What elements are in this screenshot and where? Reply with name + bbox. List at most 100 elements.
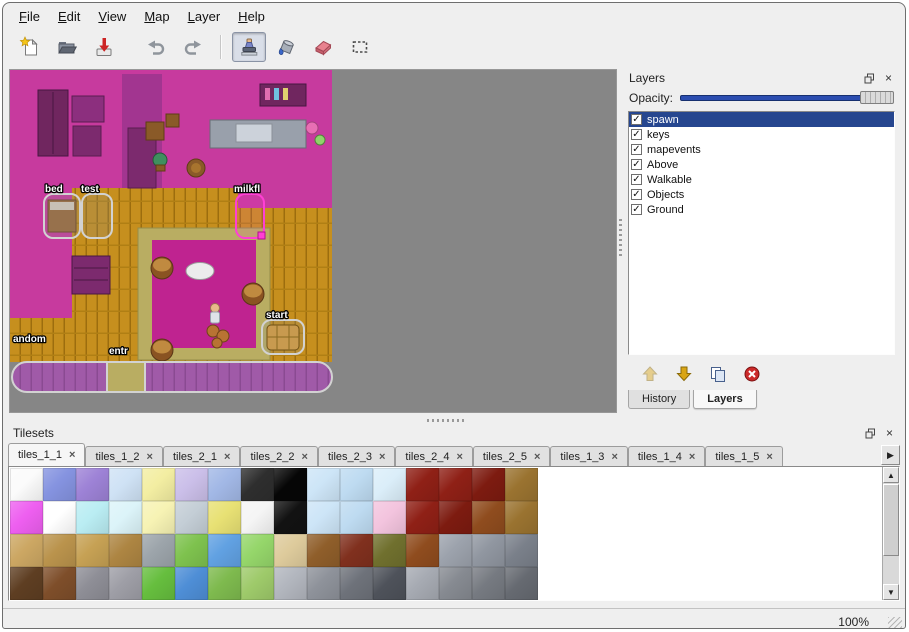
stamp-brush-button[interactable] (232, 32, 266, 62)
tileset-tab[interactable]: tiles_2_1× (163, 446, 240, 466)
layer-row-above[interactable]: ✓ Above (629, 157, 894, 172)
tile[interactable] (76, 534, 109, 567)
tile[interactable] (472, 468, 505, 501)
tile[interactable] (241, 468, 274, 501)
tile[interactable] (142, 501, 175, 534)
tile[interactable] (373, 567, 406, 600)
layer-visibility-checkbox[interactable]: ✓ (631, 204, 642, 215)
new-map-button[interactable] (13, 32, 47, 62)
layer-visibility-checkbox[interactable]: ✓ (631, 174, 642, 185)
tile[interactable] (406, 501, 439, 534)
tile[interactable] (175, 501, 208, 534)
resize-grip[interactable] (888, 617, 902, 629)
eraser-button[interactable] (306, 32, 340, 62)
tile[interactable] (43, 534, 76, 567)
tile[interactable] (241, 501, 274, 534)
tile[interactable] (307, 567, 340, 600)
tile[interactable] (208, 567, 241, 600)
tile[interactable] (274, 468, 307, 501)
map-view[interactable]: bed test milkfl start andom entr (9, 69, 617, 413)
tileset-tab[interactable]: tiles_2_4× (395, 446, 472, 466)
layer-visibility-checkbox[interactable]: ✓ (631, 159, 642, 170)
tile[interactable] (142, 468, 175, 501)
layer-row-mapevents[interactable]: ✓ mapevents (629, 142, 894, 157)
layer-row-spawn[interactable]: ✓ spawn (629, 112, 894, 127)
lower-layer-button[interactable] (672, 363, 696, 385)
tile[interactable] (439, 468, 472, 501)
tile[interactable] (175, 567, 208, 600)
tile[interactable] (175, 468, 208, 501)
tile[interactable] (505, 468, 538, 501)
tile[interactable] (307, 534, 340, 567)
layer-row-objects[interactable]: ✓ Objects (629, 187, 894, 202)
tile[interactable] (340, 501, 373, 534)
tileset-tab[interactable]: tiles_2_5× (473, 446, 550, 466)
scroll-tabs-right-button[interactable]: ▶ (881, 445, 900, 465)
float-dock-button[interactable] (863, 426, 878, 440)
tile[interactable] (43, 501, 76, 534)
tile[interactable] (274, 501, 307, 534)
tile[interactable] (109, 501, 142, 534)
tile[interactable] (109, 567, 142, 600)
tileset-tab[interactable]: tiles_1_5× (705, 446, 782, 466)
horizontal-splitter[interactable] (3, 417, 905, 424)
tileset-tab[interactable]: tiles_1_3× (550, 446, 627, 466)
layer-visibility-checkbox[interactable]: ✓ (631, 189, 642, 200)
close-tab-icon[interactable]: × (224, 452, 230, 462)
tile[interactable] (406, 468, 439, 501)
tile[interactable] (439, 501, 472, 534)
tile[interactable] (340, 534, 373, 567)
close-tab-icon[interactable]: × (456, 452, 462, 462)
tile[interactable] (43, 567, 76, 600)
menu-file[interactable]: File (11, 6, 48, 27)
tile[interactable] (373, 534, 406, 567)
close-tab-icon[interactable]: × (302, 452, 308, 462)
menu-view[interactable]: View (90, 6, 134, 27)
layer-row-keys[interactable]: ✓ keys (629, 127, 894, 142)
tab-history[interactable]: History (628, 390, 690, 409)
tile[interactable] (76, 468, 109, 501)
menu-edit[interactable]: Edit (50, 6, 88, 27)
vertical-splitter[interactable] (617, 69, 624, 415)
selection-handle[interactable] (258, 232, 265, 239)
tile[interactable] (406, 534, 439, 567)
tile[interactable] (43, 468, 76, 501)
undo-button[interactable] (139, 32, 173, 62)
layer-visibility-checkbox[interactable]: ✓ (631, 114, 642, 125)
close-tab-icon[interactable]: × (69, 450, 75, 460)
close-dock-button[interactable]: × (881, 71, 896, 85)
tile[interactable] (340, 567, 373, 600)
tile[interactable] (505, 501, 538, 534)
tile[interactable] (274, 567, 307, 600)
close-tab-icon[interactable]: × (534, 452, 540, 462)
tile[interactable] (472, 534, 505, 567)
map-object-entr-tile[interactable] (107, 362, 145, 392)
map-canvas[interactable]: bed test milkfl start andom entr (10, 70, 616, 412)
tile[interactable] (10, 501, 43, 534)
tile[interactable] (109, 468, 142, 501)
save-map-button[interactable] (87, 32, 121, 62)
tileset-tab[interactable]: tiles_1_2× (85, 446, 162, 466)
tile[interactable] (505, 534, 538, 567)
close-tab-icon[interactable]: × (379, 452, 385, 462)
scroll-up-button[interactable]: ▲ (883, 467, 899, 483)
layer-row-ground[interactable]: ✓ Ground (629, 202, 894, 217)
tile[interactable] (406, 567, 439, 600)
tileset-tab[interactable]: tiles_2_2× (240, 446, 317, 466)
tileset-tab[interactable]: tiles_1_4× (628, 446, 705, 466)
tile[interactable] (373, 468, 406, 501)
tile[interactable] (472, 501, 505, 534)
tileset-tab[interactable]: tiles_1_1× (8, 443, 85, 466)
float-dock-button[interactable] (862, 71, 877, 85)
map-object-test[interactable] (82, 194, 112, 238)
delete-layer-button[interactable] (740, 363, 764, 385)
tile[interactable] (175, 534, 208, 567)
tile[interactable] (109, 534, 142, 567)
map-object-bed[interactable] (44, 194, 80, 238)
tile[interactable] (10, 534, 43, 567)
rect-select-button[interactable] (343, 32, 377, 62)
tile[interactable] (340, 468, 373, 501)
redo-button[interactable] (176, 32, 210, 62)
tile[interactable] (241, 534, 274, 567)
tile[interactable] (439, 534, 472, 567)
